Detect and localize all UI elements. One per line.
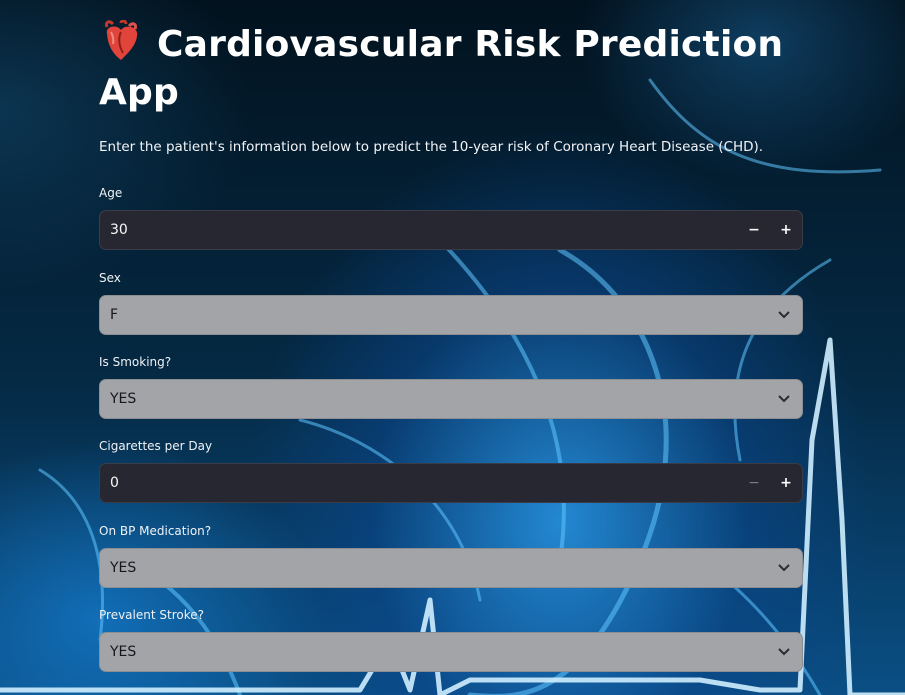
cigarettes-per-day-label: Cigarettes per Day bbox=[99, 439, 213, 453]
prevalent-stroke-selected-value: YES bbox=[110, 644, 137, 660]
bp-medication-select[interactable]: YES bbox=[99, 548, 803, 588]
sex-field: Sex F bbox=[99, 270, 803, 335]
sex-label: Sex bbox=[99, 271, 121, 285]
title-text-line1: Cardiovascular Risk Prediction bbox=[157, 24, 784, 65]
age-input-value[interactable]: 30 bbox=[100, 222, 738, 238]
bp-medication-field: On BP Medication? YES bbox=[99, 523, 803, 588]
main-content: Cardiovascular Risk Prediction App Enter… bbox=[99, 0, 803, 672]
is-smoking-field: Is Smoking? YES bbox=[99, 354, 803, 419]
title-text-line2: App bbox=[99, 72, 180, 113]
is-smoking-label: Is Smoking? bbox=[99, 355, 172, 369]
prevalent-stroke-select[interactable]: YES bbox=[99, 632, 803, 672]
is-smoking-select[interactable]: YES bbox=[99, 379, 803, 419]
cigarettes-per-day-input-value[interactable]: 0 bbox=[100, 475, 738, 491]
cigarettes-decrement-button[interactable]: − bbox=[738, 464, 770, 502]
cigarettes-increment-button[interactable]: + bbox=[770, 464, 802, 502]
prevalent-stroke-field: Prevalent Stroke? YES bbox=[99, 607, 803, 672]
age-decrement-button[interactable]: − bbox=[738, 211, 770, 249]
age-label: Age bbox=[99, 186, 123, 200]
chevron-down-icon[interactable] bbox=[766, 380, 802, 418]
bp-medication-label: On BP Medication? bbox=[99, 524, 212, 538]
age-field: Age 30 − + bbox=[99, 185, 803, 250]
cigarettes-per-day-number-input[interactable]: 0 − + bbox=[99, 463, 803, 503]
chevron-down-icon[interactable] bbox=[766, 549, 802, 587]
is-smoking-selected-value: YES bbox=[110, 391, 137, 407]
prevalent-stroke-label: Prevalent Stroke? bbox=[99, 608, 204, 622]
anatomical-heart-icon bbox=[105, 20, 138, 60]
page-description: Enter the patient's information below to… bbox=[99, 139, 764, 155]
age-number-input[interactable]: 30 − + bbox=[99, 210, 803, 250]
bp-medication-selected-value: YES bbox=[110, 560, 137, 576]
sex-selected-value: F bbox=[110, 307, 119, 323]
chevron-down-icon[interactable] bbox=[766, 296, 802, 334]
sex-select[interactable]: F bbox=[99, 295, 803, 335]
chevron-down-icon[interactable] bbox=[766, 633, 802, 671]
cigarettes-per-day-field: Cigarettes per Day 0 − + bbox=[99, 438, 803, 503]
page-title: Cardiovascular Risk Prediction App bbox=[99, 0, 803, 117]
age-increment-button[interactable]: + bbox=[770, 211, 802, 249]
